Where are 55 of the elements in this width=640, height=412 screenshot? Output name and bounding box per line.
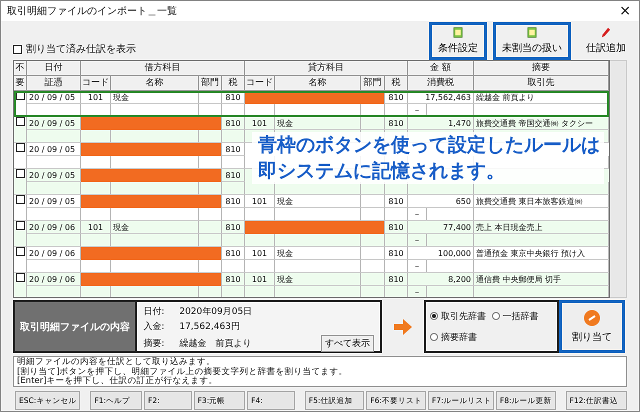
account-code-cell: 101: [245, 247, 275, 260]
field-value: 2020年09月05日: [179, 306, 254, 318]
account-name-cell: 現金: [275, 195, 361, 208]
tax-dash: －: [408, 234, 427, 246]
message-text: [Enter]キーを押下し、仕訳の訂正が行なえます。: [17, 377, 218, 386]
account-code-cell: 101: [245, 117, 275, 130]
field-value: 繰越金 前頁より: [179, 338, 252, 350]
tax-cell: 810: [385, 195, 408, 208]
tax-cell: 810: [222, 117, 245, 130]
tax-dash: －: [408, 208, 427, 220]
account-code-cell: 101: [245, 195, 275, 208]
tax-cell: 810: [222, 143, 245, 156]
amount-cell: 77,400: [408, 221, 474, 234]
amount-cell: 17,562,463: [408, 91, 474, 104]
amount-cell: 650: [408, 195, 474, 208]
summary-cell: 旅費交通費 帝国交通㈱ タクシー: [474, 117, 609, 130]
tax-cell: 810: [385, 247, 408, 260]
tax-cell: 810: [385, 91, 408, 104]
window-title: 取引明細ファイルのインポート＿一覧: [7, 5, 177, 18]
field-label: 摘要:: [143, 338, 166, 350]
tax-dash: －: [408, 286, 427, 297]
date-cell: 20 / 09 / 06: [27, 221, 81, 234]
field-value: 17,562,463円: [179, 321, 241, 333]
field-label: 入金:: [143, 320, 166, 333]
tax-dash: －: [408, 260, 427, 272]
account-code-cell: 101: [81, 91, 111, 104]
tax-cell: 810: [222, 195, 245, 208]
account-name-cell: 現金: [111, 91, 199, 104]
tax-dash: －: [408, 104, 427, 116]
account-name-cell: 現金: [275, 247, 361, 260]
summary-cell: 旅費交通費 東日本旅客鉄道㈱: [474, 195, 609, 208]
tax-cell: 810: [222, 247, 245, 260]
account-code-cell: 101: [245, 273, 275, 286]
amount-cell: 8,200: [408, 273, 474, 286]
message-text: 明細ファイルの内容を仕訳として取り込みます。: [17, 358, 216, 367]
caption-text: 即システムに記憶されます。: [258, 159, 506, 184]
account-name-cell: 現金: [275, 273, 361, 286]
summary-cell: 繰越金 前頁より: [474, 91, 609, 104]
summary-cell: 通信費 中央郵便局 切手: [474, 273, 609, 286]
account-code-cell: 101: [81, 221, 111, 234]
field-label: 日付:: [143, 306, 166, 318]
account-name-cell: 現金: [275, 117, 361, 130]
amount-cell: 100,000: [408, 247, 474, 260]
tax-cell: 810: [385, 117, 408, 130]
summary-cell: 普通預金 東京中央銀行 預け入: [474, 247, 609, 260]
tax-cell: 810: [222, 169, 245, 182]
tax-cell: 810: [385, 273, 408, 286]
tax-cell: 810: [385, 221, 408, 234]
tax-cell: 810: [222, 273, 245, 286]
detail-title-panel: 取引明細ファイルの内容: [13, 300, 138, 353]
amount-cell: 1,470: [408, 117, 474, 130]
date-cell: 20 / 09 / 05: [27, 91, 81, 104]
summary-cell: 売上 本日現金売上: [474, 221, 609, 234]
account-name-cell: 現金: [111, 221, 199, 234]
message-text: [割り当て]ボタンを押下し、明細ファイル上の摘要文字列と辞書を割り当てます。: [17, 368, 349, 376]
